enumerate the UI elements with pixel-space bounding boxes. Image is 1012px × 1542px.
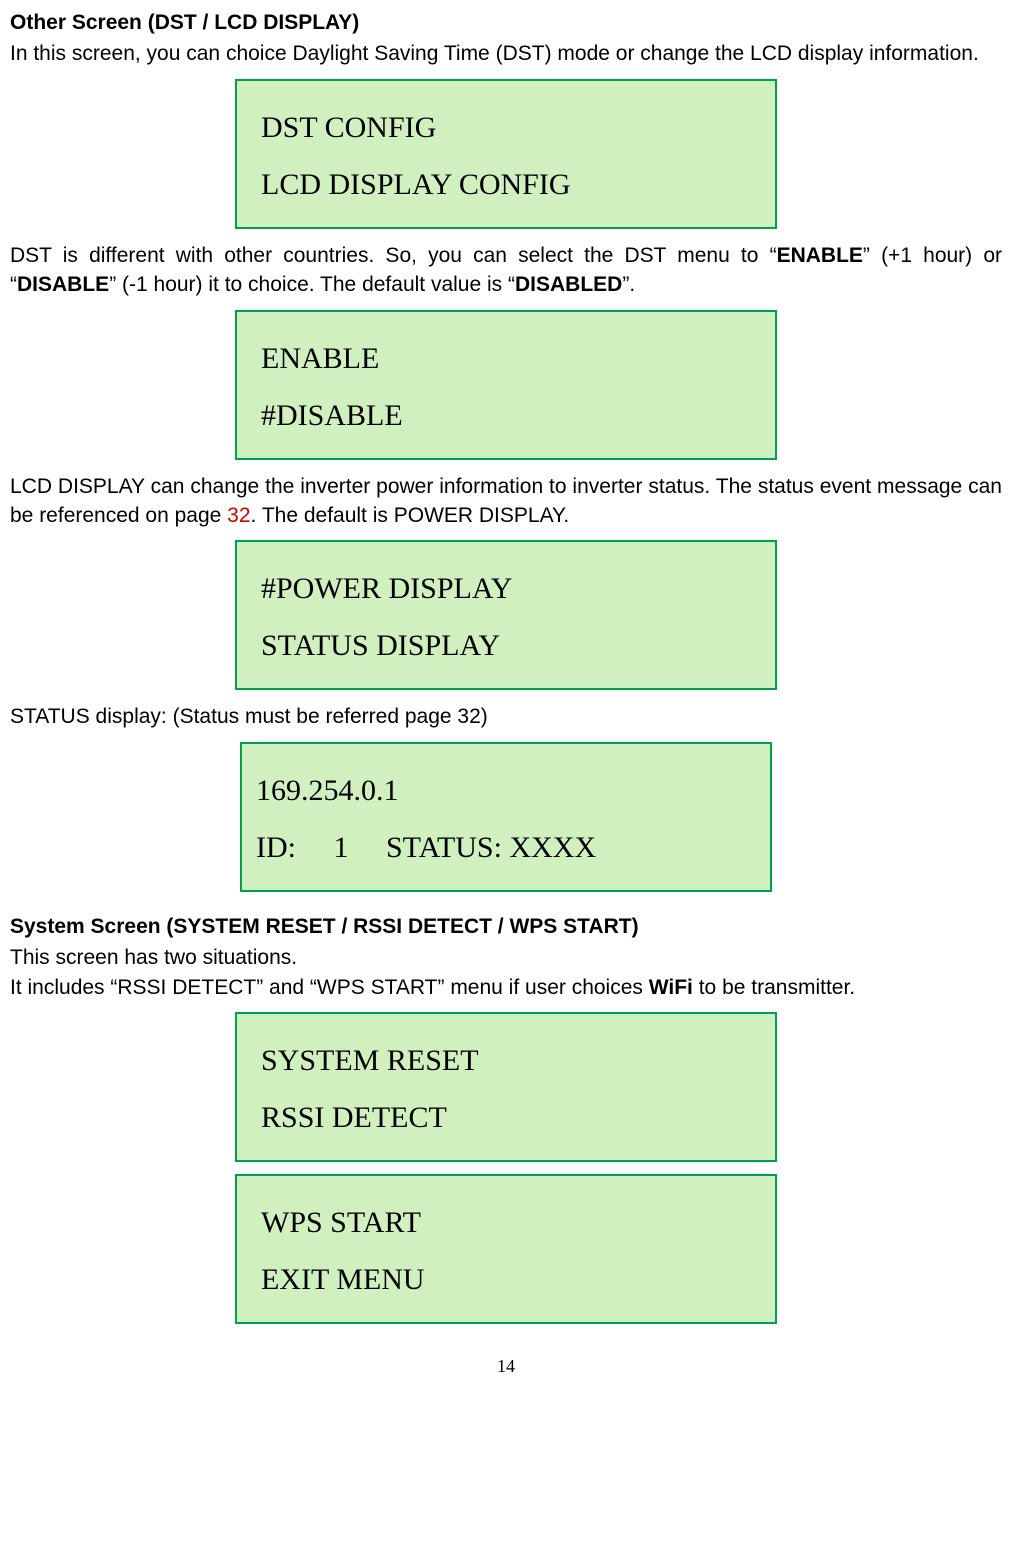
text-bold: DISABLE: [17, 273, 109, 296]
lcd-box-ip-status: 169.254.0.1 ID: 1 STATUS: XXXX: [240, 742, 772, 892]
section-heading-system-screen: System Screen (SYSTEM RESET / RSSI DETEC…: [10, 912, 1002, 941]
text: . The default is POWER DISPLAY.: [251, 504, 570, 527]
lcd-line: LCD DISPLAY CONFIG: [261, 156, 751, 213]
lcd-line: ENABLE: [261, 330, 751, 387]
text-bold: ENABLE: [777, 244, 863, 267]
lcd-line: #DISABLE: [261, 387, 751, 444]
system-paragraph-2: It includes “RSSI DETECT” and “WPS START…: [10, 973, 1002, 1002]
lcd-line: #POWER DISPLAY: [261, 560, 751, 617]
lcd-display-paragraph: LCD DISPLAY can change the inverter powe…: [10, 472, 1002, 531]
text: It includes “RSSI DETECT” and “WPS START…: [10, 976, 649, 999]
lcd-line: WPS START: [261, 1194, 751, 1251]
intro-paragraph: In this screen, you can choice Daylight …: [10, 39, 1002, 68]
system-paragraph-1: This screen has two situations.: [10, 943, 1002, 972]
lcd-line: 169.254.0.1: [256, 762, 746, 819]
text-red: 32: [227, 504, 250, 527]
page-number: 14: [10, 1354, 1002, 1379]
lcd-box-config: DST CONFIG LCD DISPLAY CONFIG: [235, 79, 777, 229]
lcd-line: SYSTEM RESET: [261, 1032, 751, 1089]
lcd-box-power-status: #POWER DISPLAY STATUS DISPLAY: [235, 540, 777, 690]
lcd-line: RSSI DETECT: [261, 1089, 751, 1146]
text-bold: WiFi: [649, 976, 693, 999]
lcd-line: EXIT MENU: [261, 1251, 751, 1308]
lcd-box-wps-exit: WPS START EXIT MENU: [235, 1174, 777, 1324]
text: to be transmitter.: [693, 976, 855, 999]
dst-paragraph: DST is different with other countries. S…: [10, 241, 1002, 300]
lcd-line: ID: 1 STATUS: XXXX: [256, 819, 746, 876]
lcd-box-enable-disable: ENABLE #DISABLE: [235, 310, 777, 460]
text: DST is different with other countries. S…: [10, 244, 777, 267]
text: ”.: [622, 273, 635, 296]
lcd-line: DST CONFIG: [261, 99, 751, 156]
text: ” (-1 hour) it to choice. The default va…: [109, 273, 515, 296]
lcd-box-system-rssi: SYSTEM RESET RSSI DETECT: [235, 1012, 777, 1162]
section-heading-other-screen: Other Screen (DST / LCD DISPLAY): [10, 8, 1002, 37]
lcd-line: STATUS DISPLAY: [261, 617, 751, 674]
text-bold: DISABLED: [515, 273, 622, 296]
status-display-paragraph: STATUS display: (Status must be referred…: [10, 702, 1002, 731]
